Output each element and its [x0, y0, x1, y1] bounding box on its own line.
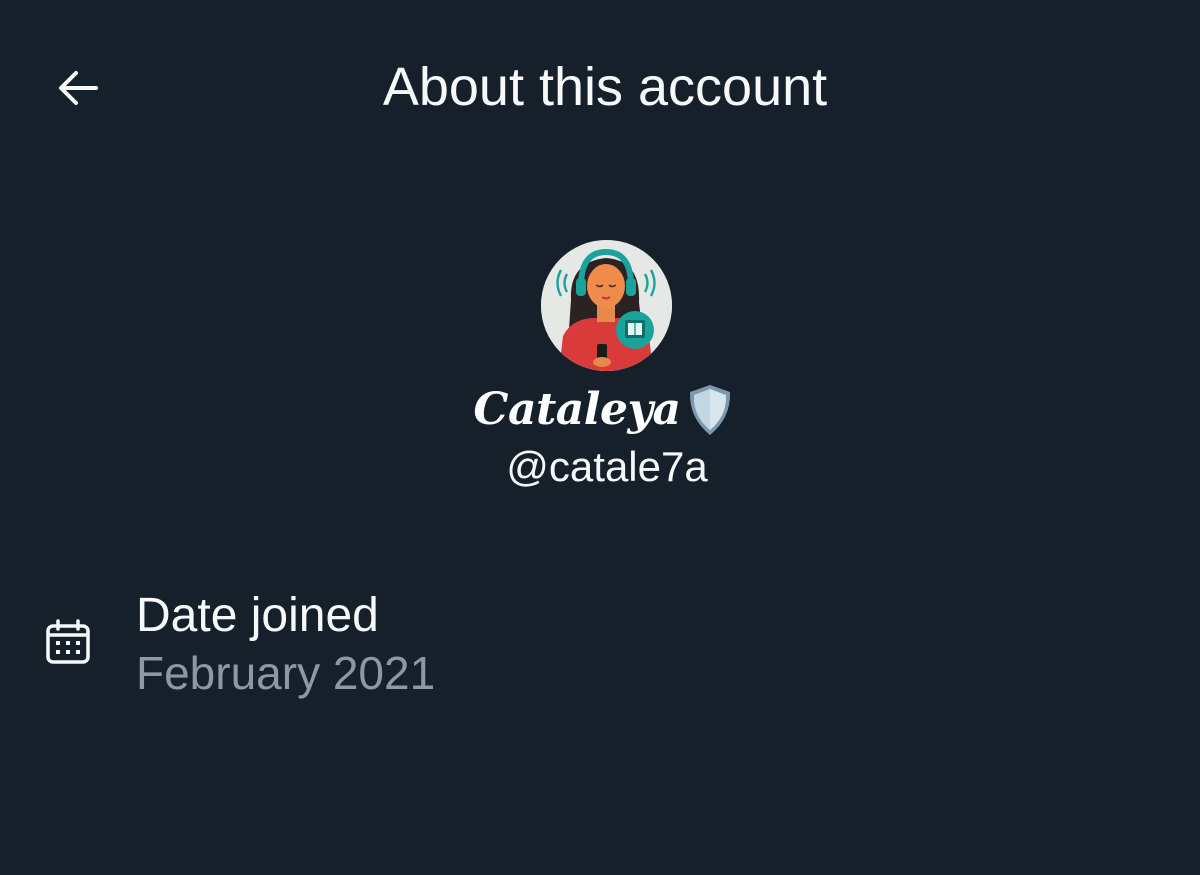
date-joined-row: Date joined February 2021: [0, 585, 1200, 705]
display-name: Cataleya: [473, 384, 681, 435]
profile-summary: Cataleya @catale7a: [0, 240, 1200, 493]
display-name-row: Cataleya: [473, 381, 734, 439]
page-title: About this account: [382, 57, 828, 117]
date-joined-label: Date joined: [136, 589, 379, 642]
shield-icon: [689, 385, 730, 435]
calendar-icon: [46, 619, 90, 664]
top-bar: About this account: [0, 0, 1200, 175]
avatar-illustration: [540, 240, 672, 371]
username-handle: @catale7a: [506, 443, 708, 490]
date-joined-value: February 2021: [136, 647, 436, 699]
avatar[interactable]: [540, 240, 672, 371]
